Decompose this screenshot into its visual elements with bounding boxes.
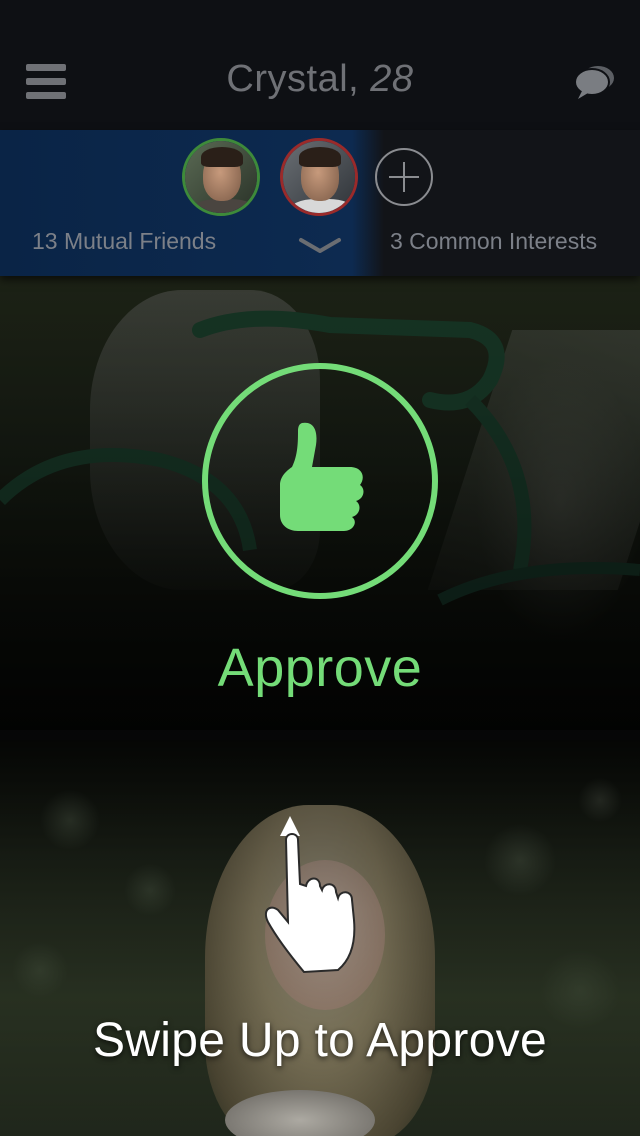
swipe-up-hand-icon [264, 816, 356, 974]
approve-button[interactable] [202, 363, 438, 599]
mutual-friend-avatar[interactable] [280, 138, 358, 216]
common-interests-label[interactable]: 3 Common Interests [390, 228, 597, 255]
social-strip: 13 Mutual Friends 3 Common Interests [0, 130, 640, 276]
thumbs-up-icon [280, 422, 364, 531]
profile-name: Crystal, [226, 58, 360, 100]
plus-circle-icon[interactable] [375, 148, 433, 206]
mutual-friends-label[interactable]: 13 Mutual Friends [32, 228, 216, 255]
profile-age: 28 [370, 58, 414, 100]
approve-label: Approve [217, 638, 423, 698]
chat-bubbles-icon[interactable] [572, 62, 618, 102]
top-bar: Crystal, 28 [0, 0, 640, 130]
profile-title: Crystal, 28 [0, 58, 640, 101]
profile-screen[interactable]: Crystal, 28 13 Mutual Friends 3 Common I… [0, 0, 640, 1136]
mutual-friend-avatar[interactable] [182, 138, 260, 216]
swipe-hint-label: Swipe Up to Approve [93, 1014, 547, 1067]
chevron-down-icon[interactable] [297, 234, 343, 256]
